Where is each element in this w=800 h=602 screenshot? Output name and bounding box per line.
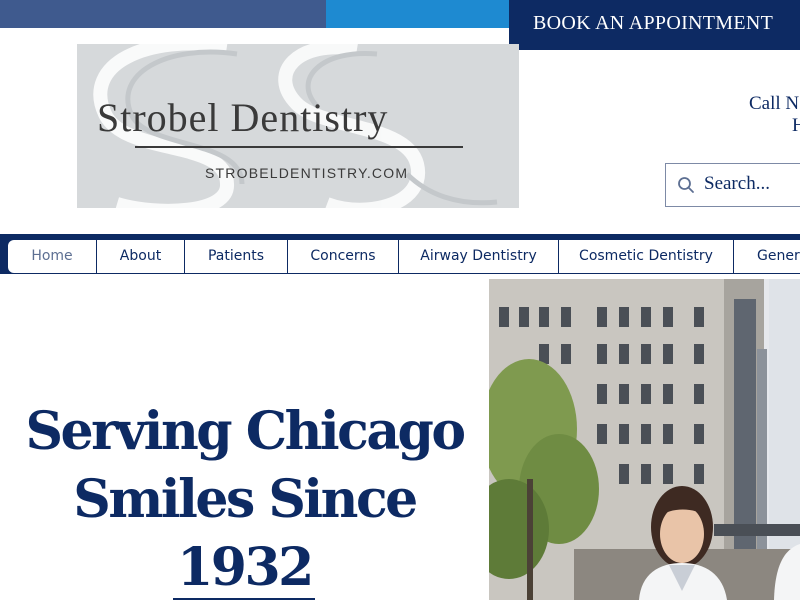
nav-item-cosmetic-dentistry[interactable]: Cosmetic Dentistry: [559, 240, 734, 273]
hero-photo-illustration: [489, 279, 800, 600]
nav-item-patients[interactable]: Patients: [185, 240, 288, 273]
nav-item-home[interactable]: Home: [8, 240, 97, 273]
strip-blue-segment: [326, 0, 509, 28]
search-box[interactable]: [665, 163, 800, 207]
search-icon[interactable]: [677, 176, 695, 194]
hero-photo: [489, 279, 800, 600]
nav-item-about[interactable]: About: [97, 240, 185, 273]
site-logo[interactable]: Strobel Dentistry STROBELDENTISTRY.COM: [77, 44, 519, 208]
search-input[interactable]: [704, 173, 800, 195]
call-line-1: Call N: [749, 93, 800, 114]
nav-item-concerns[interactable]: Concerns: [288, 240, 399, 273]
nav-item-general[interactable]: Genera: [734, 240, 800, 273]
strip-slate-segment: [0, 0, 326, 28]
logo-title: Strobel Dentistry: [97, 95, 389, 140]
call-info: Call N H: [749, 93, 800, 137]
hero-heading: Serving Chicago Smiles Since 1932: [0, 398, 489, 602]
call-line-2: H: [792, 115, 800, 136]
book-appointment-button[interactable]: BOOK AN APPOINTMENT: [509, 0, 800, 50]
hero-heading-line-1: Serving Chicago: [25, 401, 466, 462]
hero-heading-line-2: Smiles Since 1932: [73, 469, 418, 598]
logo-divider: [135, 146, 463, 148]
logo-url: STROBELDENTISTRY.COM: [205, 165, 409, 181]
nav-item-airway-dentistry[interactable]: Airway Dentistry: [399, 240, 559, 273]
main-nav: Home About Patients Concerns Airway Dent…: [0, 234, 800, 274]
